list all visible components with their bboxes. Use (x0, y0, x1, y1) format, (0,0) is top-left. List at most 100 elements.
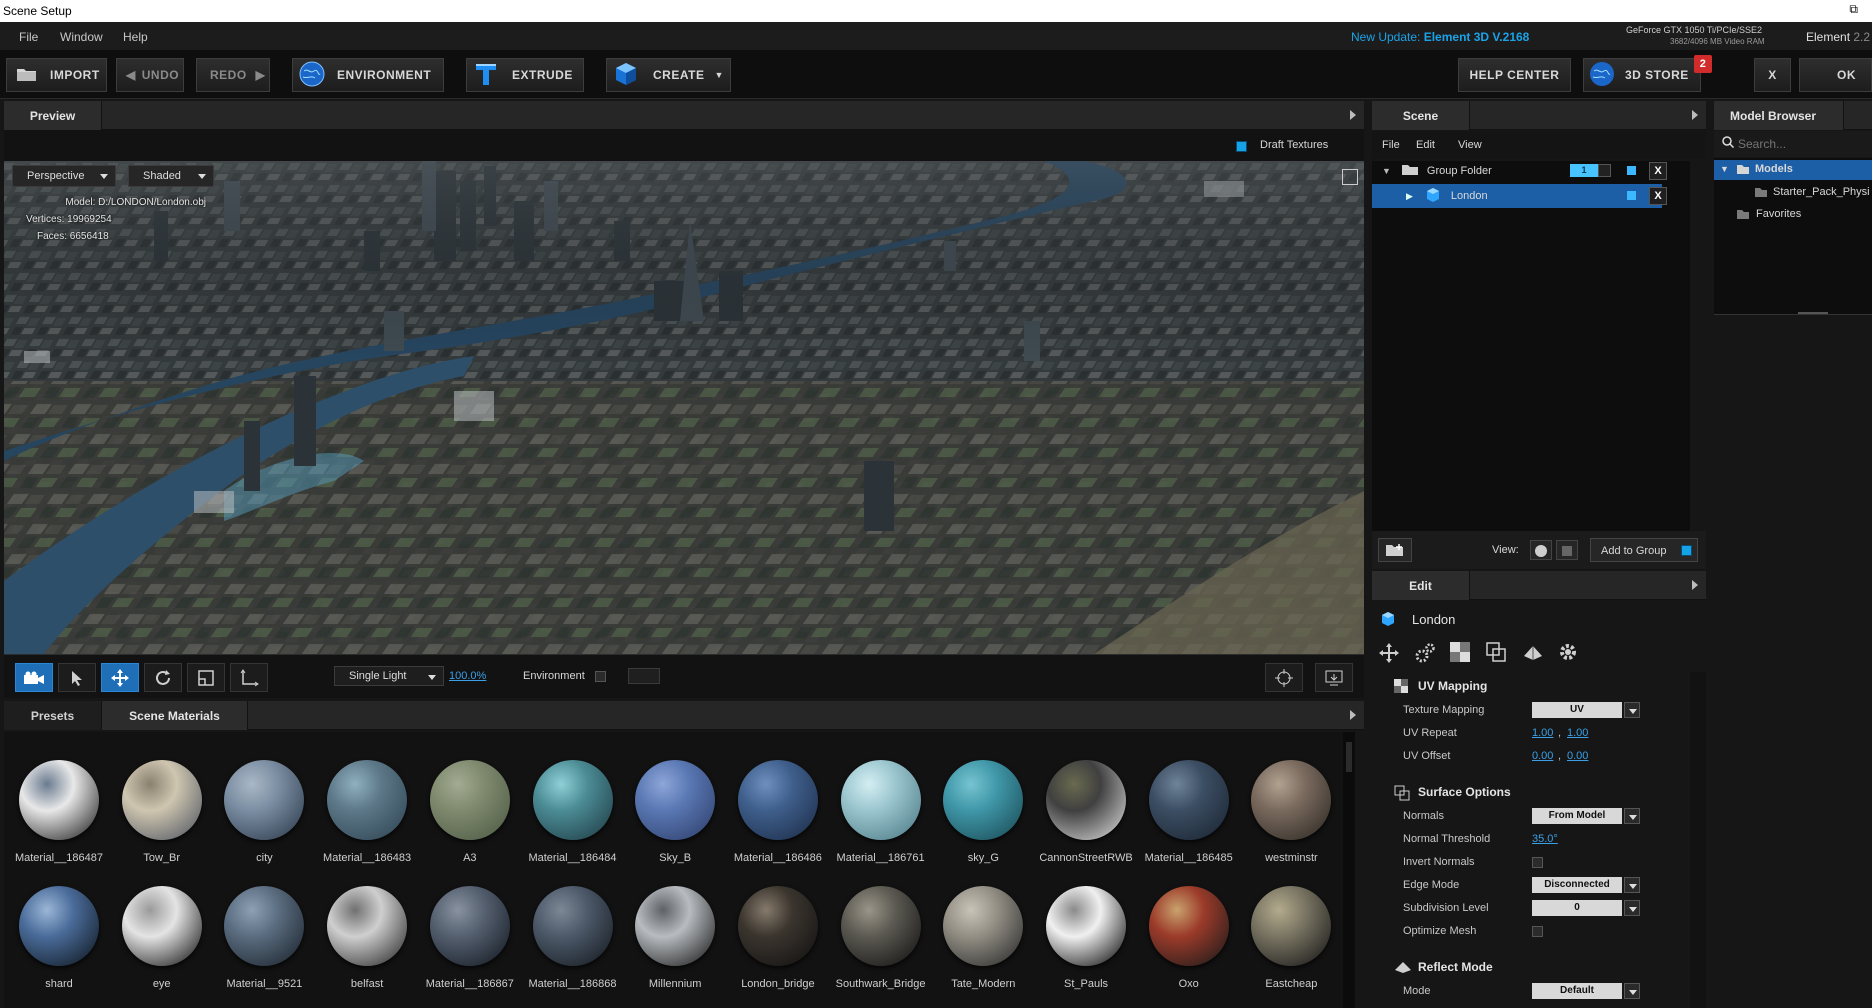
menu-window[interactable]: Window (60, 30, 103, 44)
invert-normals-checkbox[interactable] (1532, 857, 1543, 868)
menu-file[interactable]: File (19, 30, 38, 44)
visibility-toggle[interactable] (1627, 191, 1636, 200)
material-swatch[interactable]: Material__186486 (728, 760, 828, 864)
axis-tool-button[interactable] (230, 663, 268, 692)
add-to-group-button[interactable]: Add to Group (1590, 538, 1698, 562)
environment-swatch[interactable] (628, 668, 660, 684)
gear-icon[interactable] (1558, 642, 1578, 665)
edge-mode-select[interactable]: Disconnected (1532, 877, 1622, 893)
sphere-view-icon[interactable] (1530, 540, 1552, 560)
material-swatch[interactable]: Millennium (625, 886, 725, 990)
uv-repeat-v[interactable]: 1.00 (1567, 727, 1588, 739)
scene-scrollbar[interactable] (1690, 161, 1706, 531)
material-swatch[interactable]: Southwark_Bridge (831, 886, 931, 990)
chevron-down-icon[interactable] (1624, 808, 1640, 824)
material-swatch[interactable]: Material__186483 (317, 760, 417, 864)
material-swatch[interactable]: eye (112, 886, 212, 990)
help-center-button[interactable]: HELP CENTER (1458, 58, 1571, 92)
surface-options-section[interactable]: Surface Options (1376, 779, 1690, 805)
search-input[interactable] (1738, 135, 1868, 153)
chevron-down-icon[interactable] (1624, 877, 1640, 893)
group-count-field[interactable]: 1 (1570, 164, 1598, 177)
gears-icon[interactable] (1414, 642, 1436, 667)
restore-icon[interactable]: ⧉ (1849, 2, 1858, 17)
shading-dropdown[interactable]: Shaded (128, 165, 214, 187)
chevron-down-icon[interactable] (1624, 983, 1640, 999)
redo-button[interactable]: REDO ▶ (196, 58, 270, 92)
move-icon[interactable] (1378, 642, 1400, 667)
normals-select[interactable]: From Model (1532, 808, 1622, 824)
material-swatch[interactable]: Material__186487 (9, 760, 109, 864)
close-button[interactable]: X (1754, 58, 1791, 92)
chevron-down-icon[interactable] (1624, 900, 1640, 916)
material-swatch[interactable]: westminstr (1241, 760, 1341, 864)
create-button[interactable]: CREATE ▼ (606, 58, 731, 92)
tree-item-starter-pack[interactable]: Starter_Pack_Physi (1754, 184, 1872, 202)
texture-mapping-select[interactable]: UV (1532, 702, 1622, 718)
ok-button[interactable]: OK (1799, 58, 1872, 92)
extrude-button[interactable]: EXTRUDE (466, 58, 584, 92)
tree-row-group-folder[interactable]: ▼ Group Folder 1 X (1372, 159, 1690, 183)
3d-viewport[interactable] (4, 161, 1364, 654)
3d-store-button[interactable]: 3D STORE 2 (1583, 55, 1712, 92)
material-swatch[interactable]: shard (9, 886, 109, 990)
tab-preview[interactable]: Preview (4, 101, 102, 130)
material-swatch[interactable]: CannonStreetRWB (1036, 760, 1136, 864)
tab-scene-materials[interactable]: Scene Materials (102, 701, 248, 730)
undo-button[interactable]: ◀ UNDO (116, 58, 184, 92)
material-swatch[interactable]: Material__186484 (523, 760, 623, 864)
panel-expand-icon[interactable] (1350, 710, 1356, 720)
maximize-icon[interactable] (1342, 169, 1358, 185)
material-swatch[interactable]: Material__186867 (420, 886, 520, 990)
target-tool-button[interactable] (1265, 663, 1303, 692)
uv-offset-u[interactable]: 0.00 (1532, 750, 1553, 762)
select-tool-button[interactable] (58, 663, 96, 692)
tab-model-browser[interactable]: Model Browser (1714, 101, 1844, 130)
uv-layout-icon[interactable] (1486, 642, 1506, 665)
cube-view-icon[interactable] (1556, 540, 1578, 560)
remove-group-button[interactable]: X (1649, 162, 1667, 180)
tree-row-london[interactable]: ▶ London X (1372, 184, 1667, 208)
reflect-mode-section[interactable]: Reflect Mode (1376, 954, 1690, 980)
uv-repeat-u[interactable]: 1.00 (1532, 727, 1553, 739)
material-swatch[interactable]: Tate_Modern (933, 886, 1033, 990)
mode-select[interactable]: Default (1532, 983, 1622, 999)
menu-help[interactable]: Help (123, 30, 148, 44)
light-intensity-value[interactable]: 100.0% (449, 670, 486, 682)
scene-menu-view[interactable]: View (1458, 139, 1482, 151)
checker-texture-icon[interactable] (1450, 642, 1470, 665)
render-view-button[interactable] (1315, 663, 1353, 692)
scene-menu-file[interactable]: File (1382, 139, 1400, 151)
material-swatch[interactable]: St_Pauls (1036, 886, 1136, 990)
environment-toggle[interactable] (595, 670, 606, 682)
uv-mapping-section[interactable]: UV Mapping (1376, 673, 1690, 699)
move-tool-button[interactable] (101, 663, 139, 692)
material-swatch[interactable]: Material__186868 (523, 886, 623, 990)
update-notice[interactable]: New Update: Element 3D V.2168 (1351, 30, 1529, 44)
material-swatch[interactable]: belfast (317, 886, 417, 990)
tab-presets[interactable]: Presets (4, 701, 102, 730)
materials-scrollbar[interactable] (1343, 732, 1355, 1008)
edit-scrollbar[interactable] (1690, 672, 1706, 1008)
tab-scene[interactable]: Scene (1372, 101, 1470, 130)
uv-offset-v[interactable]: 0.00 (1567, 750, 1588, 762)
material-swatch[interactable]: city (214, 760, 314, 864)
optimize-mesh-checkbox[interactable] (1532, 926, 1543, 937)
material-swatch[interactable]: Tow_Br (112, 760, 212, 864)
chevron-down-icon[interactable] (1598, 164, 1611, 177)
resize-grip[interactable] (1798, 312, 1828, 314)
tab-edit[interactable]: Edit (1372, 571, 1470, 600)
camera-tool-button[interactable] (15, 663, 53, 692)
bevel-icon[interactable] (1522, 642, 1544, 665)
panel-expand-icon[interactable] (1692, 110, 1698, 120)
new-folder-button[interactable] (1378, 538, 1412, 562)
scene-menu-edit[interactable]: Edit (1416, 139, 1435, 151)
light-mode-dropdown[interactable]: Single Light (334, 666, 444, 686)
import-button[interactable]: IMPORT (6, 58, 107, 92)
tree-item-models[interactable]: ▼ Models (1714, 160, 1872, 180)
rotate-tool-button[interactable] (144, 663, 182, 692)
model-search[interactable] (1714, 131, 1872, 157)
camera-dropdown[interactable]: Perspective (12, 165, 116, 187)
material-swatch[interactable]: Oxo (1139, 886, 1239, 990)
chevron-down-icon[interactable] (1624, 702, 1640, 718)
